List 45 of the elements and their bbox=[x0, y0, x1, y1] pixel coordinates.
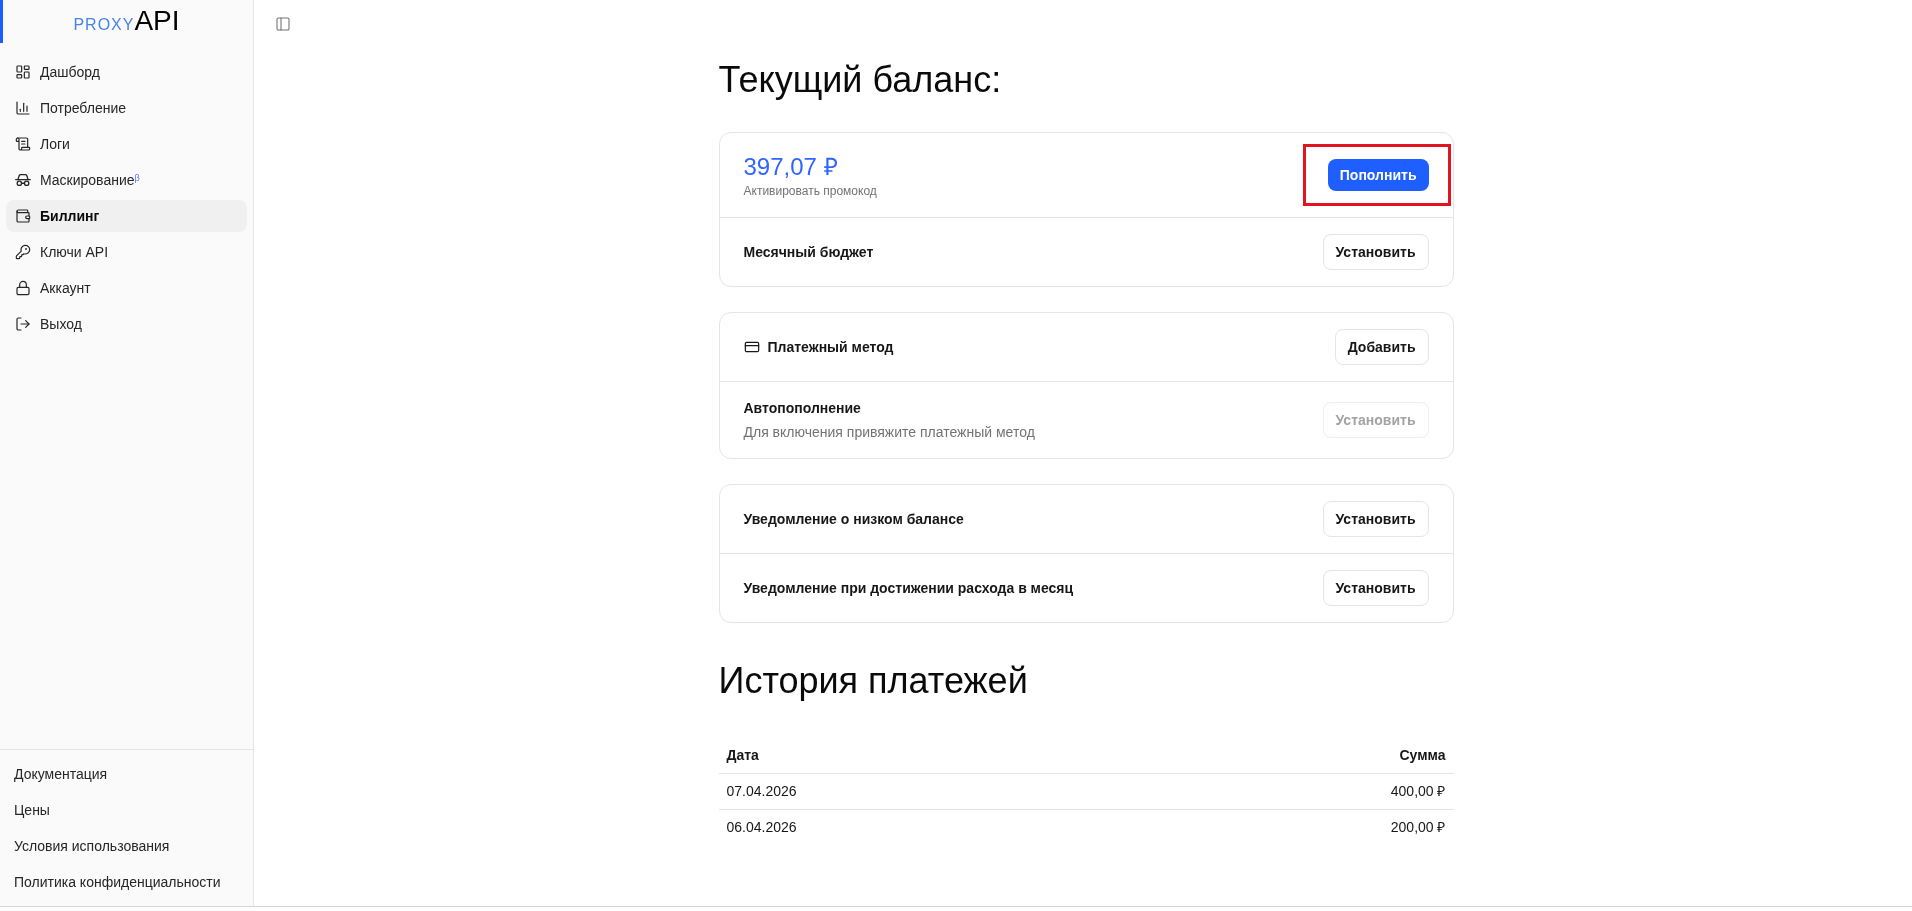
sidebar-item[interactable]: Потребление bbox=[6, 92, 247, 124]
logo-text: PROXYAPI bbox=[73, 6, 180, 37]
table-cell: 200,00 ₽ bbox=[1122, 809, 1454, 845]
wallet-icon bbox=[15, 208, 31, 224]
outline-button[interactable]: Установить bbox=[1322, 234, 1429, 270]
sidebar-item[interactable]: Биллинг bbox=[6, 200, 247, 232]
sidebar-item[interactable]: Аккаунт bbox=[6, 272, 247, 304]
table-cell: 400,00 ₽ bbox=[1122, 773, 1454, 809]
table-cell: 06.04.2026 bbox=[718, 809, 1122, 845]
panel-left-icon[interactable] bbox=[275, 16, 291, 32]
lock-icon bbox=[15, 280, 31, 296]
outline-button[interactable]: Установить bbox=[1322, 570, 1429, 606]
setting-description: Для включения привяжите платежный метод bbox=[743, 423, 1035, 442]
outline-button[interactable]: Добавить bbox=[1334, 329, 1429, 365]
sidebar-item[interactable]: Маскирование$^{β}$ bbox=[6, 164, 247, 196]
hat-glasses-icon bbox=[15, 173, 31, 187]
outline-button[interactable]: Установить bbox=[1322, 501, 1429, 537]
bar-chart-icon bbox=[15, 100, 31, 116]
key-icon bbox=[15, 244, 31, 260]
logout-icon bbox=[15, 316, 31, 332]
setting-label: Платежный метод bbox=[767, 338, 894, 357]
scroll-icon bbox=[15, 136, 31, 152]
setting-label: Месячный бюджет bbox=[743, 243, 874, 262]
dashboard-icon bbox=[15, 64, 31, 80]
sidebar-item[interactable]: Дашборд bbox=[6, 56, 247, 88]
footer-link[interactable]: Цены bbox=[0, 792, 253, 828]
footer-link[interactable]: Политика конфиденциальности bbox=[0, 864, 253, 900]
table-cell: 07.04.2026 bbox=[718, 773, 1122, 809]
section-title: История платежей bbox=[718, 661, 1029, 701]
promo-code-link[interactable]: Активировать промокод bbox=[743, 183, 877, 199]
setting-label: Уведомление о низком балансе bbox=[743, 510, 964, 529]
credit-card-icon bbox=[743, 339, 760, 355]
footer-link[interactable]: Условия использования bbox=[0, 828, 253, 864]
primary-button[interactable]: Пополнить bbox=[1327, 159, 1429, 191]
footer-link[interactable]: Документация bbox=[0, 756, 253, 792]
section-title: Текущий баланс: bbox=[718, 60, 1003, 100]
accent-bar bbox=[0, 0, 3, 43]
setting-label: Автопополнение bbox=[743, 399, 862, 418]
sidebar-item[interactable]: Логи bbox=[6, 128, 247, 160]
column-header: Дата bbox=[718, 737, 1122, 773]
setting-label: Уведомление при достижении расхода в месяц bbox=[743, 579, 1074, 598]
sidebar-item[interactable]: Ключи API bbox=[6, 236, 247, 268]
column-header: Сумма bbox=[1122, 737, 1454, 773]
sidebar-item[interactable]: Выход bbox=[6, 308, 247, 340]
balance-amount: 397,07 ₽ bbox=[743, 152, 839, 182]
